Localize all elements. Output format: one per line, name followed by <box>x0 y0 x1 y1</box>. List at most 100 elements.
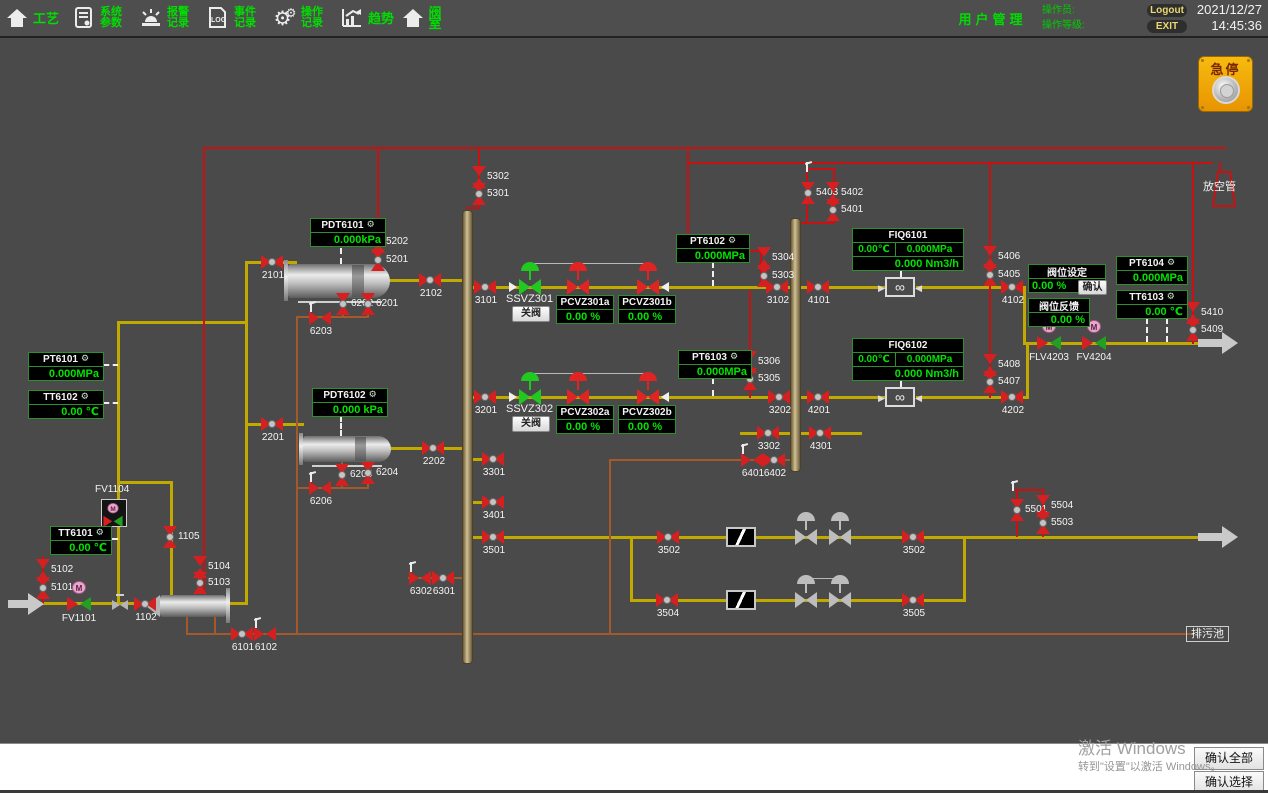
valve-5501[interactable] <box>1010 499 1024 521</box>
nav-process-button[interactable]: 工艺 <box>4 0 64 36</box>
valve-6302[interactable] <box>409 571 431 585</box>
valve-3501[interactable] <box>482 530 504 544</box>
tt6103-display[interactable]: TT6103⚙0.00 ℃ <box>1116 290 1188 319</box>
valve-4102[interactable] <box>1001 280 1023 294</box>
gear-icon[interactable]: ⚙ <box>730 353 738 362</box>
pdt6102-display[interactable]: PDT6102⚙0.000 kPa <box>312 388 388 417</box>
user-management-button[interactable]: 用户管理 <box>948 0 1037 36</box>
instrument-tag: TT6102 <box>43 392 77 403</box>
valve-5201[interactable] <box>371 249 385 271</box>
gear-icon[interactable]: ⚙ <box>1167 259 1175 268</box>
outlet-arrow <box>1198 526 1240 548</box>
nav-valve-room-button[interactable]: 阀室 <box>400 0 454 36</box>
valve-5301[interactable] <box>472 183 486 205</box>
valve-3401[interactable] <box>482 495 504 509</box>
valve-4101[interactable] <box>807 280 829 294</box>
valve-3504[interactable] <box>656 593 678 607</box>
valve-5407[interactable] <box>983 371 997 393</box>
gear-icon[interactable]: ⚙ <box>369 391 377 400</box>
valve-6201[interactable] <box>361 293 375 315</box>
gear-icon[interactable]: ⚙ <box>1167 293 1175 302</box>
pt6101-display[interactable]: PT6101⚙0.000MPa <box>28 352 104 381</box>
valve-6206[interactable] <box>309 481 331 495</box>
valve-5303[interactable] <box>757 265 771 287</box>
valve-3101[interactable] <box>474 280 496 294</box>
valve-5401[interactable] <box>826 199 840 221</box>
gear-icon[interactable]: ⚙ <box>81 355 89 364</box>
valve-4201[interactable] <box>807 390 829 404</box>
valve-3505[interactable] <box>902 593 924 607</box>
valve-tag: 3504 <box>653 608 683 619</box>
valve-5103[interactable] <box>193 572 207 594</box>
valve-2201[interactable] <box>261 417 283 431</box>
valve-6101[interactable] <box>231 627 253 641</box>
control-valve[interactable] <box>634 372 662 408</box>
instrument-tag: PT6104 <box>1129 258 1164 269</box>
gear-icon[interactable]: ⚙ <box>728 237 736 246</box>
valve-3301[interactable] <box>482 452 504 466</box>
valve-2202[interactable] <box>422 441 444 455</box>
valve-2101[interactable] <box>261 255 283 269</box>
exit-button[interactable]: EXIT <box>1147 20 1187 33</box>
manifold-header <box>462 210 473 664</box>
confirm-button[interactable]: 确认 <box>1078 280 1107 295</box>
gas-pipe <box>245 262 248 605</box>
valve-3302[interactable] <box>757 426 779 440</box>
nav-system-params-button[interactable]: 系统参数 <box>71 0 131 36</box>
valve-5403[interactable] <box>801 182 815 204</box>
valve-1102[interactable] <box>134 597 156 611</box>
valve-6102[interactable] <box>254 627 276 641</box>
valve-6402[interactable] <box>763 453 785 467</box>
close-valve-button[interactable]: 关阀 <box>512 416 550 432</box>
manual-globe-valve[interactable] <box>792 512 820 548</box>
drain-pool-label: 排污池 <box>1186 626 1229 642</box>
control-valve[interactable] <box>564 372 592 408</box>
tt6102-display[interactable]: TT6102⚙0.00 ℃ <box>28 390 104 419</box>
control-valve[interactable] <box>634 262 662 298</box>
alarm-lamp-icon <box>138 5 164 31</box>
valve-6401[interactable] <box>741 453 763 467</box>
manual-globe-valve[interactable] <box>826 575 854 611</box>
valve-6204[interactable] <box>361 462 375 484</box>
valve-set-value[interactable]: 0.00 % <box>1029 279 1082 292</box>
valve-4301[interactable] <box>809 426 831 440</box>
gear-icon[interactable]: ⚙ <box>81 393 89 402</box>
valve-6205[interactable] <box>335 464 349 486</box>
pcv-value: 0.00 % <box>619 310 675 323</box>
gear-icon[interactable]: ⚙ <box>96 529 104 538</box>
tt6101-display[interactable]: TT6101⚙0.00 ℃ <box>50 526 112 555</box>
valve-3502[interactable] <box>902 530 924 544</box>
pt6104-display[interactable]: PT6104⚙0.000MPa <box>1116 256 1188 285</box>
ssvz302-label: SSVZ302 <box>506 403 553 415</box>
valve-6301[interactable] <box>432 571 454 585</box>
valve-4202[interactable] <box>1001 390 1023 404</box>
valve-1105[interactable] <box>163 526 177 548</box>
fiq6101-display: FIQ6101 0.00℃ 0.000MPa 0.000 Nm3/h <box>852 228 964 271</box>
close-valve-button[interactable]: 关阀 <box>512 306 550 322</box>
valve-6202[interactable] <box>336 293 350 315</box>
nav-operation-log-button[interactable]: ⚙⚙ 操作记录 <box>272 0 332 36</box>
motor-valve-FV1104[interactable]: M <box>103 503 124 527</box>
control-valve[interactable] <box>564 262 592 298</box>
valve-5405[interactable] <box>983 264 997 286</box>
valve-3202[interactable] <box>768 390 790 404</box>
manual-globe-valve[interactable] <box>792 575 820 611</box>
pdt6101-display[interactable]: PDT6101⚙0.000kPa <box>310 218 386 247</box>
pt6103-display[interactable]: PT6103⚙0.000MPa <box>678 350 752 379</box>
gear-icon[interactable]: ⚙ <box>367 221 375 230</box>
nav-event-log-button[interactable]: LOG 事件记录 <box>205 0 265 36</box>
manual-valve[interactable] <box>112 598 128 610</box>
manual-globe-valve[interactable] <box>826 512 854 548</box>
emergency-stop-button[interactable]: 急停 <box>1198 56 1253 112</box>
valve-3201[interactable] <box>474 390 496 404</box>
valve-6203[interactable] <box>309 311 331 325</box>
motor-valve-FV1101[interactable]: M <box>66 581 92 611</box>
valve-5503[interactable] <box>1036 512 1050 534</box>
pt6102-display[interactable]: PT6102⚙0.000MPa <box>676 234 750 263</box>
valve-3502[interactable] <box>657 530 679 544</box>
pcv-value: 0.00 % <box>557 420 613 433</box>
valve-2102[interactable] <box>419 273 441 287</box>
logout-button[interactable]: Logout <box>1147 4 1187 17</box>
nav-alarm-log-button[interactable]: 报警记录 <box>138 0 198 36</box>
nav-trend-button[interactable]: 趋势 <box>339 0 395 36</box>
